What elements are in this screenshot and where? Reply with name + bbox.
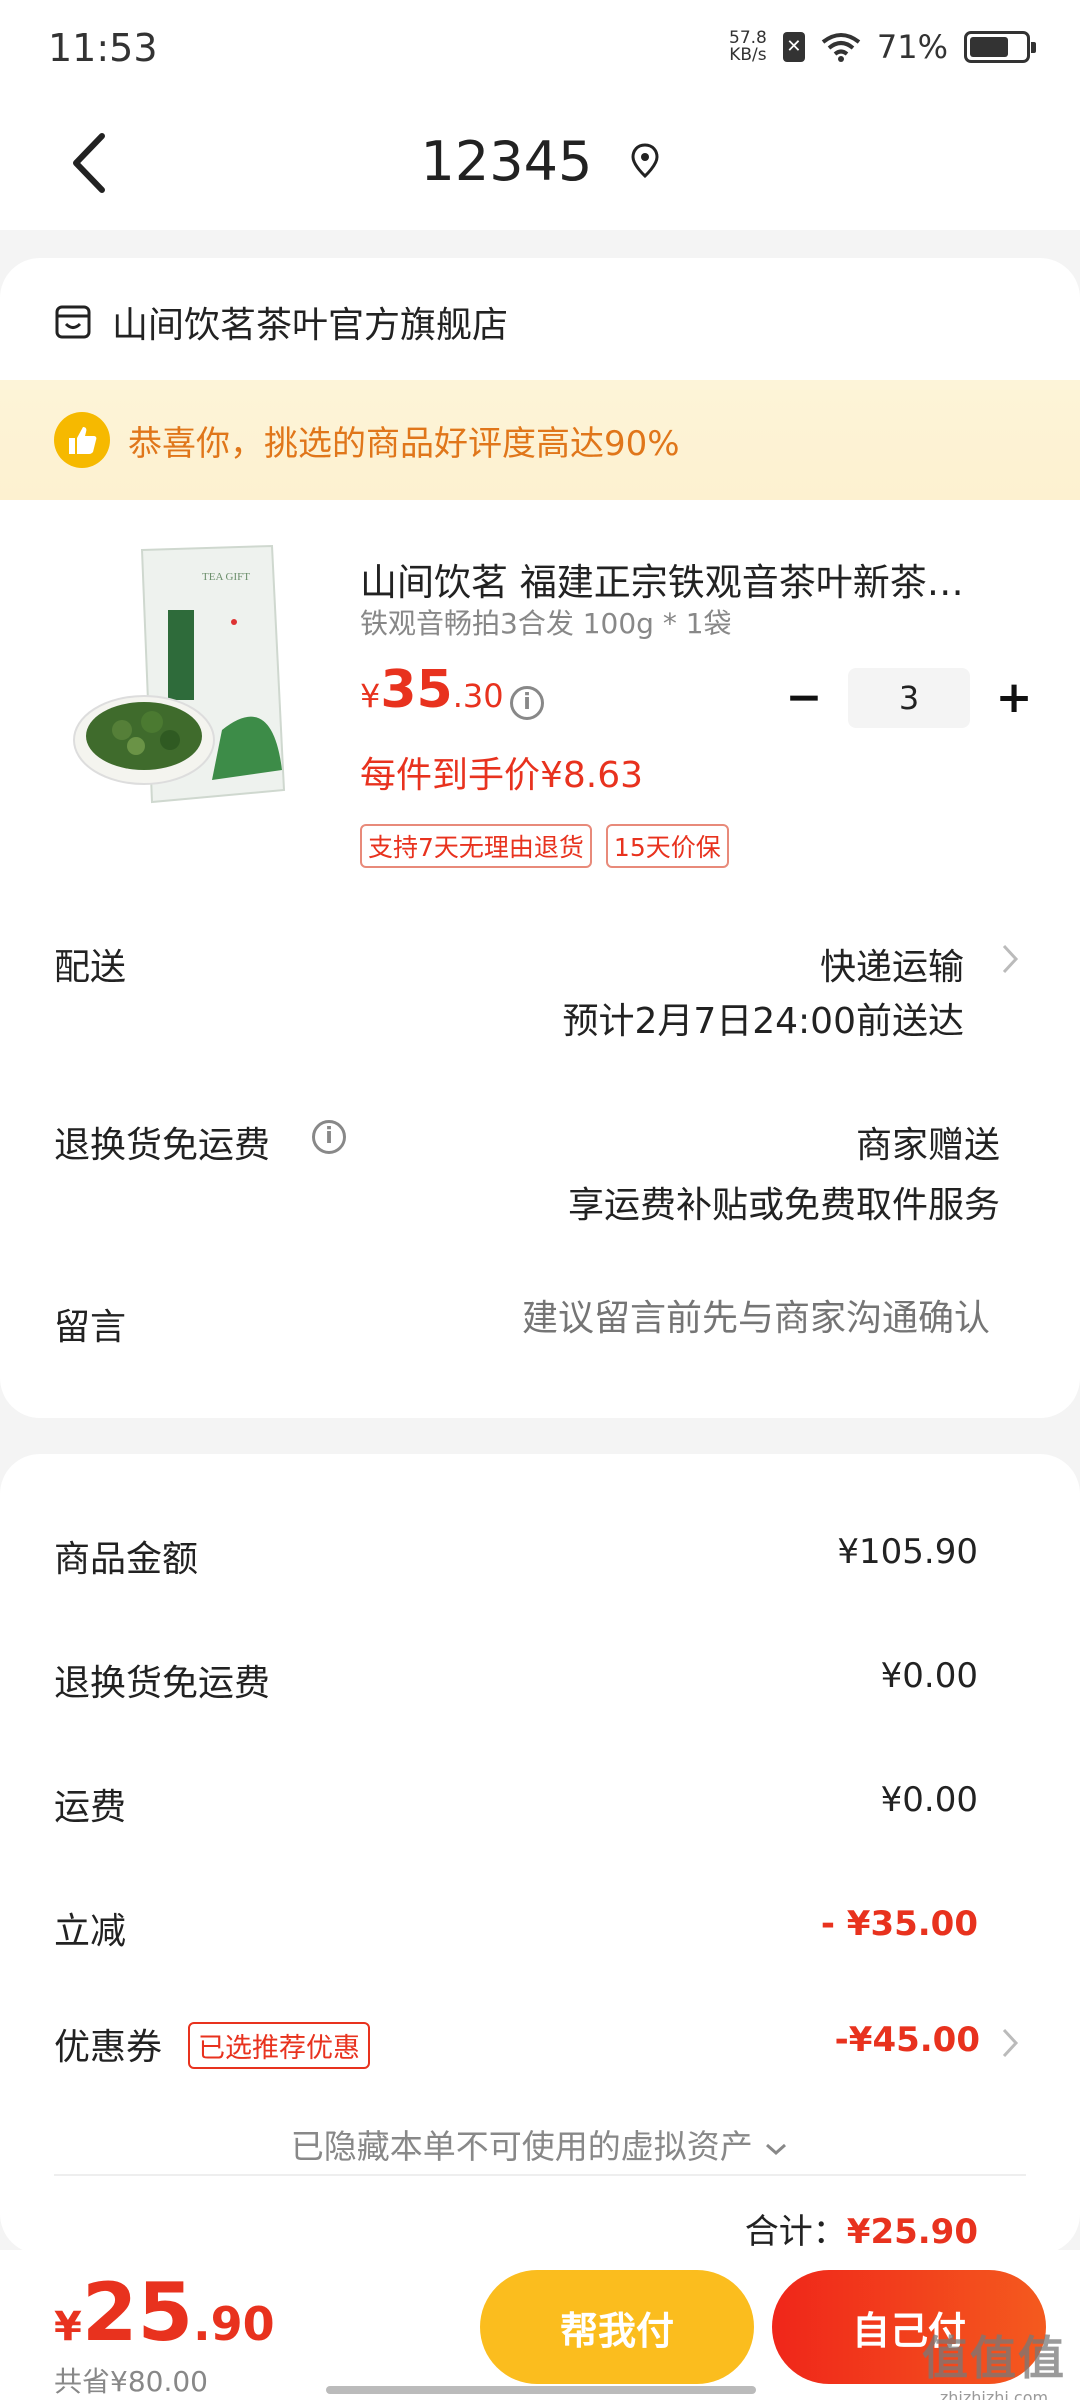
hidden-assets-text: 已隐藏本单不可使用的虚拟资产: [290, 2127, 753, 2166]
price-currency: ¥: [360, 677, 381, 715]
price-integer: 35: [380, 660, 453, 720]
quantity-stepper: − 3 +: [778, 668, 1040, 728]
return-shipping-label: 退换货免运费: [54, 1125, 271, 1166]
product-spec[interactable]: 铁观音畅拍3合发 100g * 1袋: [360, 602, 732, 642]
shipping-value: ¥0.00: [880, 1780, 978, 1820]
delivery-label: 配送: [54, 947, 127, 988]
shipping-label: 运费: [54, 1787, 127, 1828]
product-image[interactable]: TEA GIFT: [72, 540, 302, 810]
coupon-chevron-icon[interactable]: [1000, 2026, 1020, 2060]
return-shipping-value: 商家赠送: [855, 1125, 1000, 1166]
network-speed-unit: KB/s: [729, 45, 767, 65]
address-title[interactable]: 12345: [421, 130, 593, 193]
price-decimal: .30: [452, 677, 504, 715]
page-title: 12345: [0, 126, 1080, 193]
battery-level: [970, 37, 1009, 57]
product-price: ¥35.30: [360, 660, 504, 720]
increase-button[interactable]: +: [988, 672, 1040, 724]
message-label: 留言: [54, 1307, 127, 1348]
goods-amount-label: 商品金额: [54, 1539, 199, 1580]
checkout-price: ¥25.90: [54, 2266, 275, 2359]
coupon-value[interactable]: -¥45.00: [835, 2020, 980, 2060]
product-bag-label: TEA GIFT: [202, 571, 250, 583]
product-title[interactable]: 山间饮茗 福建正宗铁观音茶叶新茶浓香型乌龙茶: [360, 552, 1000, 606]
chevron-down-icon: [766, 2143, 787, 2155]
total-label: 合计：: [744, 2212, 847, 2252]
total-row: 合计：¥25.90: [745, 2204, 978, 2253]
price-summary-card: 商品金额 ¥105.90 退换货免运费 ¥0.00 运费 ¥0.00 立减 - …: [0, 1454, 1080, 2254]
quantity-value[interactable]: 3: [848, 668, 970, 728]
battery-percent: 71%: [876, 28, 948, 66]
discount-label: 立减: [54, 1911, 127, 1952]
delivery-chevron-icon[interactable]: [1000, 942, 1020, 976]
coupon-label: 优惠券: [54, 2027, 163, 2068]
service-tags: 支持7天无理由退货 15天价保: [360, 824, 729, 868]
tag-7day-return: 支持7天无理由退货: [360, 824, 592, 868]
battery-icon: [964, 31, 1036, 63]
status-bar: 11:53 57.8 KB/s ✕ 71%: [0, 0, 1080, 100]
promo-banner: 恭喜你，挑选的商品好评度高达90%: [0, 380, 1080, 500]
unit-price: 每件到手价¥8.63: [360, 755, 644, 796]
thumbs-up-icon: [54, 412, 110, 468]
return-shipping-info-icon[interactable]: i: [312, 1120, 346, 1154]
discount-value: - ¥35.00: [820, 1904, 978, 1944]
store-icon: [55, 305, 91, 339]
total-value: ¥25.90: [846, 2212, 978, 2252]
delivery-eta: 预计2月7日24:00前送达: [562, 1001, 964, 1042]
store-name: 山间饮茗茶叶官方旗舰店: [112, 305, 509, 346]
watermark-logo: 值值值: [922, 2331, 1066, 2385]
checkout-price-integer: 25: [81, 2266, 194, 2359]
decrease-button[interactable]: −: [778, 672, 830, 724]
order-card: 山间饮茗茶叶官方旗舰店 恭喜你，挑选的商品好评度高达90% TEA GIFT 山…: [0, 258, 1080, 1418]
tag-price-protect: 15天价保: [605, 824, 729, 868]
network-speed: 57.8 KB/s: [729, 30, 767, 64]
message-input[interactable]: [430, 1298, 990, 1339]
price-info-icon[interactable]: i: [510, 686, 544, 720]
saved-amount: 共省¥80.00: [54, 2365, 208, 2398]
checkout-bar: ¥25.90 共省¥80.00 帮我付 自己付: [0, 2250, 1080, 2400]
watermark: 值值值 zhizhizhi.com: [922, 2322, 1066, 2400]
page-header: 12345: [0, 100, 1080, 230]
store-row[interactable]: 山间饮茗茶叶官方旗舰店: [54, 296, 508, 348]
status-icons: 57.8 KB/s ✕ 71%: [729, 28, 1036, 66]
checkout-price-decimal: .90: [193, 2297, 275, 2351]
hidden-assets-toggle[interactable]: 已隐藏本单不可使用的虚拟资产: [0, 2120, 1080, 2168]
return-shipping-sub: 享运费补贴或免费取件服务: [567, 1185, 1000, 1226]
location-pin-icon: [631, 143, 659, 179]
delivery-method[interactable]: 快递运输: [820, 938, 964, 990]
promo-text: 恭喜你，挑选的商品好评度高达90%: [128, 423, 680, 464]
wifi-icon: [821, 33, 861, 62]
coupon-tag: 已选推荐优惠: [188, 2022, 370, 2069]
help-pay-button[interactable]: 帮我付: [480, 2270, 754, 2384]
home-indicator[interactable]: [326, 2386, 756, 2394]
checkout-currency: ¥: [54, 2304, 82, 2350]
watermark-url: zhizhizhi.com: [939, 2388, 1049, 2400]
no-sim-icon: ✕: [782, 32, 805, 62]
return-fee-label: 退换货免运费: [54, 1663, 271, 1704]
return-fee-value: ¥0.00: [880, 1656, 978, 1696]
goods-amount-value: ¥105.90: [837, 1532, 978, 1572]
summary-divider: [54, 2174, 1026, 2176]
status-time: 11:53: [48, 26, 158, 70]
